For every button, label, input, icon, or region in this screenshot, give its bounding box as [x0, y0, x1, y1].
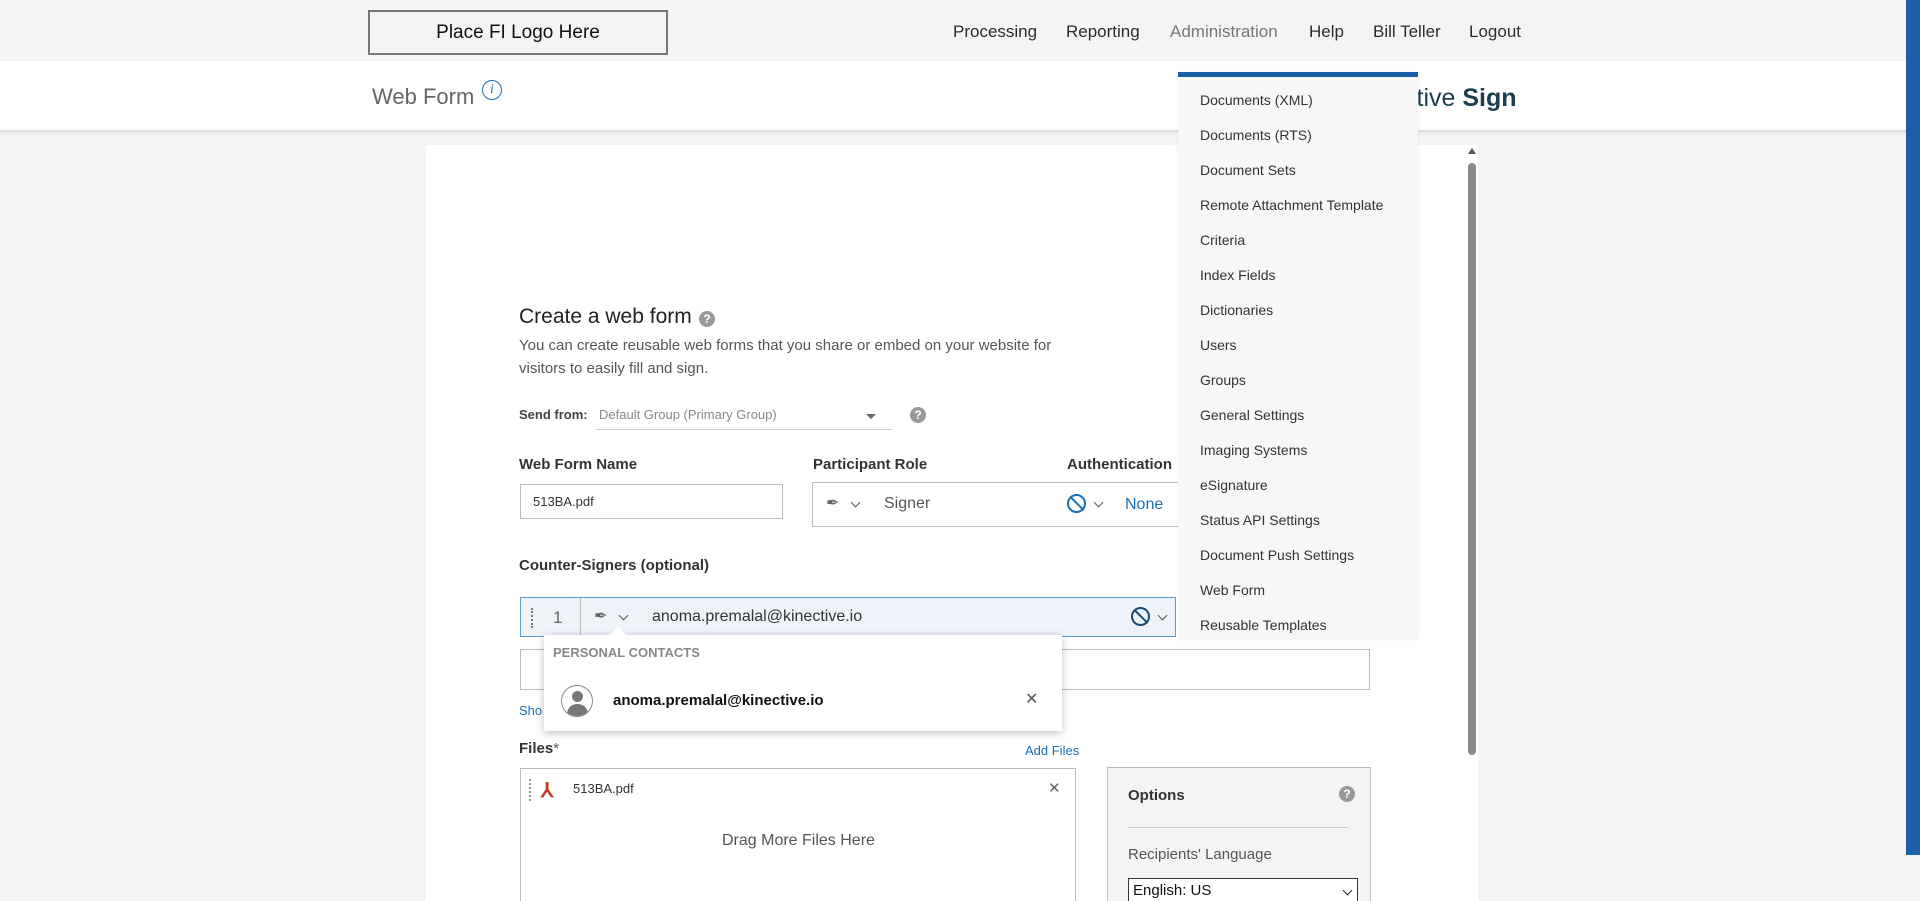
menu-item-criteria[interactable]: Criteria: [1200, 232, 1245, 248]
administration-menu: Documents (XML) Documents (RTS) Document…: [1178, 72, 1418, 638]
info-icon[interactable]: i: [482, 80, 502, 100]
file-name: 513BA.pdf: [573, 781, 634, 796]
help-icon[interactable]: ?: [699, 311, 715, 327]
menu-item-users[interactable]: Users: [1200, 337, 1237, 353]
menu-item-status-api-settings[interactable]: Status API Settings: [1200, 512, 1320, 528]
caret-down-icon: [866, 414, 876, 419]
sub-header: [0, 61, 1920, 130]
participant-role-label: Participant Role: [813, 456, 928, 473]
scroll-up-icon[interactable]: [1468, 148, 1476, 154]
pen-icon[interactable]: ✒: [594, 606, 607, 626]
divider: [580, 598, 581, 636]
menu-item-remote-attachment-template[interactable]: Remote Attachment Template: [1200, 197, 1383, 213]
menu-item-documents-rts[interactable]: Documents (RTS): [1200, 127, 1312, 143]
drag-handle-icon[interactable]: [531, 608, 534, 628]
divider: [1128, 827, 1348, 828]
drag-handle-icon[interactable]: [529, 779, 532, 801]
nav-reporting[interactable]: Reporting: [1066, 22, 1140, 42]
menu-item-groups[interactable]: Groups: [1200, 372, 1246, 388]
web-form-name-input[interactable]: 513BA.pdf: [520, 484, 783, 519]
logo-placeholder: Place FI Logo Here: [368, 10, 668, 55]
menu-item-documents-xml[interactable]: Documents (XML): [1200, 92, 1313, 108]
no-authentication-icon[interactable]: [1067, 494, 1086, 513]
file-drop-zone[interactable]: [520, 809, 1076, 901]
send-from-select[interactable]: Default Group (Primary Group): [596, 402, 892, 430]
menu-item-index-fields[interactable]: Index Fields: [1200, 267, 1275, 283]
nav-help[interactable]: Help: [1309, 22, 1344, 42]
authentication-value[interactable]: None: [1125, 496, 1163, 514]
close-icon[interactable]: ✕: [1048, 779, 1061, 797]
page-scrollbar[interactable]: [1906, 0, 1920, 855]
contacts-popup: PERSONAL CONTACTS anoma.premalal@kinecti…: [544, 627, 1062, 731]
add-files-link[interactable]: Add Files: [1025, 743, 1079, 758]
menu-item-document-push-settings[interactable]: Document Push Settings: [1200, 547, 1354, 563]
page-title: Web Form: [372, 84, 475, 109]
form-heading: Create a web form: [519, 305, 692, 328]
brand-logo: ctive Sign: [1404, 84, 1517, 112]
counter-signers-label: Counter-Signers (optional): [519, 557, 709, 574]
menu-item-general-settings[interactable]: General Settings: [1200, 407, 1304, 423]
files-label: Files*: [519, 740, 560, 757]
send-from-label: Send from:: [519, 407, 588, 422]
scrollbar-thumb[interactable]: [1468, 163, 1476, 755]
menu-item-esignature[interactable]: eSignature: [1200, 477, 1268, 493]
nav-user-name[interactable]: Bill Teller: [1373, 22, 1441, 42]
counter-signer-number: 1: [553, 608, 563, 627]
menu-item-dictionaries[interactable]: Dictionaries: [1200, 302, 1273, 318]
close-icon[interactable]: ✕: [1025, 689, 1038, 709]
web-form-name-label: Web Form Name: [519, 456, 638, 473]
help-icon[interactable]: ?: [910, 407, 926, 423]
show-link[interactable]: Sho: [519, 703, 542, 718]
help-icon[interactable]: ?: [1339, 786, 1355, 802]
menu-item-document-sets[interactable]: Document Sets: [1200, 162, 1296, 178]
authentication-label: Authentication F: [1067, 456, 1177, 473]
recipients-language-label: Recipients' Language: [1128, 846, 1272, 863]
nav-logout[interactable]: Logout: [1469, 22, 1521, 42]
panel-scrollbar[interactable]: [1467, 148, 1477, 768]
menu-item-imaging-systems[interactable]: Imaging Systems: [1200, 442, 1307, 458]
no-authentication-icon[interactable]: [1131, 607, 1150, 626]
menu-item-web-form[interactable]: Web Form: [1200, 582, 1265, 598]
form-description: You can create reusable web forms that y…: [519, 337, 1052, 377]
popup-header: PERSONAL CONTACTS: [553, 645, 700, 660]
avatar-icon: [561, 685, 593, 717]
options-title: Options: [1128, 787, 1185, 804]
participant-role-value: Signer: [884, 495, 931, 512]
drop-zone-text: Drag More Files Here: [722, 832, 875, 849]
counter-signer-email-input[interactable]: anoma.premalal@kinective.io: [652, 608, 862, 626]
pdf-icon: ⅄: [541, 780, 554, 802]
top-bar: Place FI Logo Here Processing Reporting …: [0, 0, 1920, 61]
nav-administration[interactable]: Administration: [1170, 22, 1278, 42]
menu-item-reusable-templates[interactable]: Reusable Templates: [1200, 617, 1327, 633]
language-select[interactable]: English: US: [1128, 878, 1358, 901]
nav-processing[interactable]: Processing: [953, 22, 1037, 42]
pen-icon[interactable]: ✒: [826, 493, 839, 513]
options-panel: Options ? Recipients' Language English: …: [1107, 767, 1371, 901]
contact-email[interactable]: anoma.premalal@kinective.io: [613, 692, 824, 709]
chevron-down-icon: [1342, 885, 1353, 896]
